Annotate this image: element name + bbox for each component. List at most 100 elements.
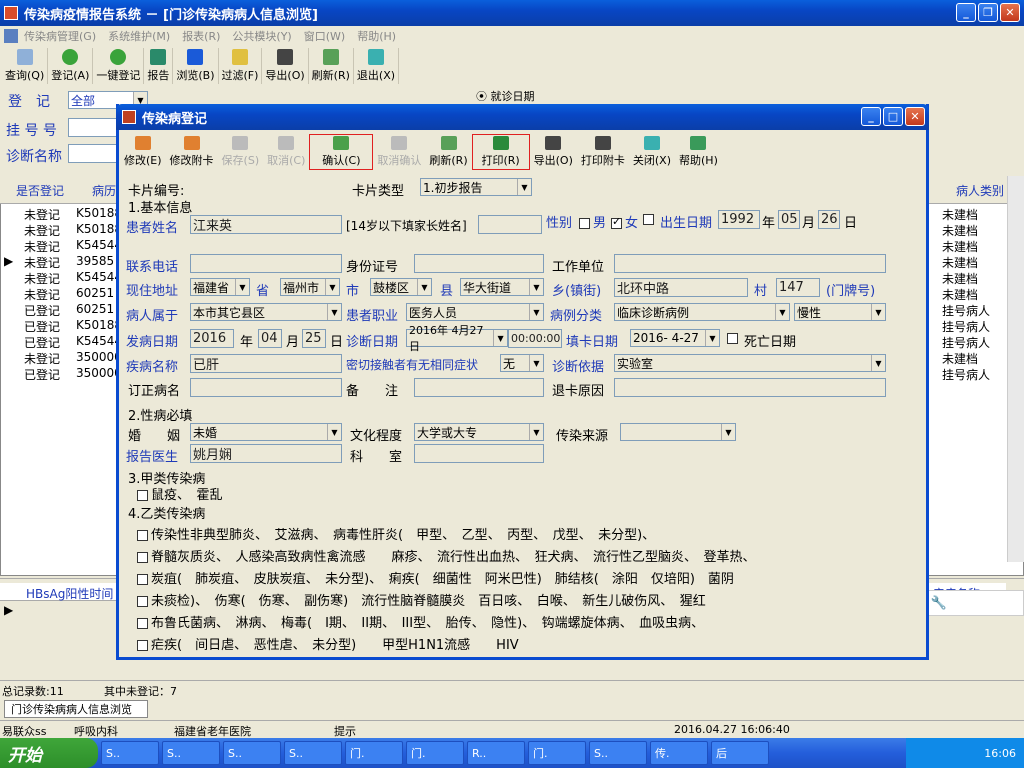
save-button[interactable]: 保存(S) xyxy=(218,134,264,170)
dialog-refresh-button[interactable]: 刷新(R) xyxy=(425,134,471,170)
rev-input[interactable] xyxy=(190,378,342,397)
sex-female[interactable]: 女 xyxy=(608,212,638,231)
dialog-close-button[interactable]: ✕ xyxy=(905,107,925,126)
polio-checkbox[interactable] xyxy=(137,552,148,563)
house-no-input[interactable]: 147 xyxy=(776,278,820,297)
patient-name-input[interactable]: 江来英 xyxy=(190,215,342,234)
cancel-button[interactable]: 取消(C) xyxy=(263,134,309,170)
death-checkbox[interactable] xyxy=(727,333,738,344)
tab-browse[interactable]: 门诊传染病病人信息浏览 xyxy=(4,700,148,718)
menu-item-report[interactable]: 报表(R) xyxy=(182,28,220,44)
taskbar-item[interactable]: 门. xyxy=(345,741,403,765)
dialog-maximize-button[interactable]: □ xyxy=(883,107,903,126)
diag-time-input[interactable]: 00:00:00 xyxy=(508,329,562,348)
birth-checkbox-wrap[interactable] xyxy=(640,212,657,226)
taskbar-item[interactable]: S.. xyxy=(223,741,281,765)
card-type-select[interactable]: 1.初步报告 ▼ xyxy=(420,178,532,196)
visit-date-radio[interactable]: ⦿ 就诊日期 xyxy=(476,88,535,104)
restore-button[interactable]: ❐ xyxy=(978,3,998,22)
fill-date-picker[interactable]: 2016- 4-27 ▼ xyxy=(630,329,720,347)
taskbar-item[interactable]: R.. xyxy=(467,741,525,765)
taskbar-item[interactable]: S.. xyxy=(101,741,159,765)
menu-item-public[interactable]: 公共模块(Y) xyxy=(232,28,291,44)
taskbar-item[interactable]: S.. xyxy=(589,741,647,765)
sars-checkbox[interactable] xyxy=(137,530,148,541)
city-select[interactable]: 福州市 ▼ xyxy=(280,278,340,296)
diag-date-picker[interactable]: 2016年 4月27日 ▼ xyxy=(406,324,508,353)
query-button[interactable]: 查询(Q) xyxy=(2,48,49,84)
source-select[interactable]: ▼ xyxy=(620,423,736,441)
contact-select[interactable]: 无 ▼ xyxy=(500,354,544,372)
malaria-checkbox[interactable] xyxy=(137,640,148,651)
dept-input[interactable] xyxy=(414,444,544,463)
onset-day-input[interactable]: 25 xyxy=(302,329,326,348)
male-checkbox[interactable] xyxy=(579,218,590,229)
onset-year-input[interactable]: 2016 xyxy=(190,329,234,348)
col-record[interactable]: 病历 xyxy=(92,182,116,199)
marriage-select[interactable]: 未婚 ▼ xyxy=(190,423,342,441)
hbsag-col[interactable]: HBsAg阳性时间 xyxy=(26,585,113,602)
remark-input[interactable] xyxy=(414,378,544,397)
cancel-confirm-button[interactable]: 取消确认 xyxy=(373,134,425,170)
female-checkbox[interactable] xyxy=(611,215,622,229)
taskbar-item[interactable]: 门. xyxy=(406,741,464,765)
case-type-select[interactable]: 临床诊断病例 ▼ xyxy=(614,303,790,321)
regno-input[interactable] xyxy=(68,118,118,137)
taskbar-item[interactable]: 门. xyxy=(528,741,586,765)
death-checkbox-wrap[interactable] xyxy=(724,331,741,345)
job-select[interactable]: 医务人员 ▼ xyxy=(406,303,544,321)
confirm-button[interactable]: 确认(C) xyxy=(309,134,374,170)
one-key-register-button[interactable]: 一键登记 xyxy=(93,48,145,84)
modify-button[interactable]: 修改(E) xyxy=(120,134,166,170)
minimize-button[interactable]: _ xyxy=(956,3,976,22)
filter-button[interactable]: 过滤(F) xyxy=(219,48,263,84)
onset-month-input[interactable]: 04 xyxy=(258,329,282,348)
parent-input[interactable] xyxy=(478,215,542,234)
sputum-checkbox[interactable] xyxy=(137,596,148,607)
dialog-help-button[interactable]: 帮助(H) xyxy=(675,134,722,170)
diag-input[interactable] xyxy=(68,144,118,163)
browse-button[interactable]: 浏览(B) xyxy=(173,48,219,84)
close-button[interactable]: ✕ xyxy=(1000,3,1020,22)
col-patient-type[interactable]: 病人类别 xyxy=(956,182,1004,199)
province-select[interactable]: 福建省 ▼ xyxy=(190,278,250,296)
taskbar-item[interactable]: S.. xyxy=(284,741,342,765)
basis-select[interactable]: 实验室 ▼ xyxy=(614,354,886,372)
plague-checkbox[interactable] xyxy=(137,490,148,501)
menu-item-help[interactable]: 帮助(H) xyxy=(357,28,396,44)
brucellosis-checkbox[interactable] xyxy=(137,618,148,629)
menu-item-infectious[interactable]: 传染病管理(G) xyxy=(24,28,96,44)
refresh-button[interactable]: 刷新(R) xyxy=(309,48,354,84)
taskbar-item[interactable]: S.. xyxy=(162,741,220,765)
idcard-input[interactable] xyxy=(414,254,544,273)
grid-scrollbar[interactable] xyxy=(1007,176,1024,562)
col-registered[interactable]: 是否登记 xyxy=(16,182,64,199)
register-button[interactable]: 登记(A) xyxy=(48,48,94,84)
dialog-close-tool-button[interactable]: 关闭(X) xyxy=(629,134,675,170)
birth-year-input[interactable]: 1992 xyxy=(718,210,760,229)
disease-input[interactable]: 已肝 xyxy=(190,354,342,373)
menu-item-system[interactable]: 系统维护(M) xyxy=(108,28,170,44)
belong-select[interactable]: 本市其它县区 ▼ xyxy=(190,303,342,321)
taskbar-item[interactable]: 传. xyxy=(650,741,708,765)
birth-month-input[interactable]: 05 xyxy=(778,210,800,229)
birth-checkbox[interactable] xyxy=(643,214,654,225)
phone-input[interactable] xyxy=(190,254,342,273)
modify-attach-button[interactable]: 修改附卡 xyxy=(166,134,218,170)
county-select[interactable]: 鼓楼区 ▼ xyxy=(370,278,432,296)
export-button[interactable]: 导出(O) xyxy=(262,48,309,84)
dialog-export-button[interactable]: 导出(O) xyxy=(530,134,577,170)
anthrax-checkbox[interactable] xyxy=(137,574,148,585)
start-button[interactable]: 开始 xyxy=(0,738,98,768)
doctor-input[interactable]: 姚月娴 xyxy=(190,444,342,463)
menu-item-window[interactable]: 窗口(W) xyxy=(304,28,345,44)
print-attach-button[interactable]: 打印附卡 xyxy=(577,134,629,170)
edu-select[interactable]: 大学或大专 ▼ xyxy=(414,423,544,441)
work-input[interactable] xyxy=(614,254,886,273)
return-input[interactable] xyxy=(614,378,886,397)
exit-button[interactable]: 退出(X) xyxy=(354,48,400,84)
birth-day-input[interactable]: 26 xyxy=(818,210,840,229)
print-button[interactable]: 打印(R) xyxy=(471,134,530,170)
chronic-select[interactable]: 慢性 ▼ xyxy=(794,303,886,321)
street-select[interactable]: 华大街道 ▼ xyxy=(460,278,544,296)
